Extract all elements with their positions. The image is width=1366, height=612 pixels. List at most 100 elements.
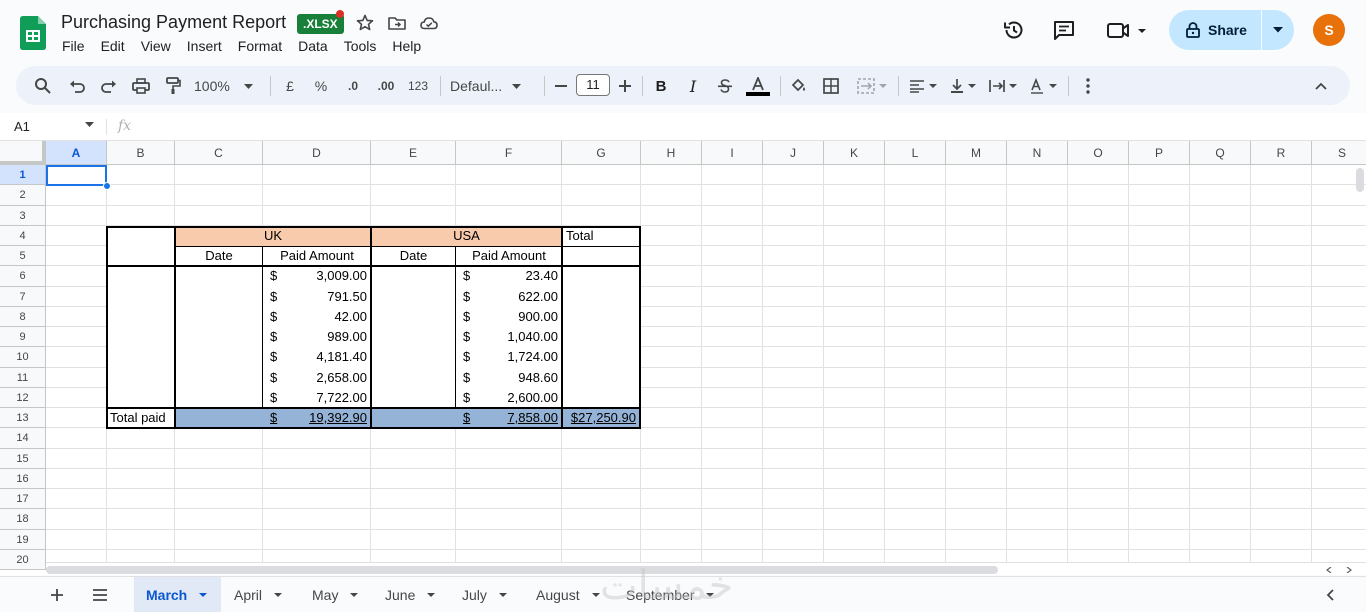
comments-icon[interactable] xyxy=(1052,18,1076,42)
uk-amount-cell[interactable]: 7,722.00 xyxy=(283,388,367,408)
row-header-5[interactable]: 5 xyxy=(0,246,46,267)
formula-input[interactable] xyxy=(140,115,1350,139)
add-sheet-button[interactable] xyxy=(50,577,64,612)
total-paid-label[interactable]: Total paid xyxy=(110,408,174,428)
increase-font-size-button[interactable] xyxy=(616,74,634,98)
column-header-s[interactable]: S xyxy=(1312,141,1366,165)
fill-color-button[interactable] xyxy=(788,74,810,98)
row-header-11[interactable]: 11 xyxy=(0,367,46,388)
decrease-decimal-button[interactable]: .0 xyxy=(340,74,366,98)
usa-amount-cell[interactable]: 23.40 xyxy=(476,266,558,286)
sheets-logo-icon[interactable] xyxy=(20,16,46,50)
menu-help[interactable]: Help xyxy=(392,38,421,56)
row-header-1[interactable]: 1 xyxy=(0,165,46,186)
usa-total-cell[interactable]: 7,858.00 xyxy=(476,408,558,428)
row-header-10[interactable]: 10 xyxy=(0,347,46,368)
chevron-down-icon[interactable] xyxy=(85,122,94,127)
column-header-k[interactable]: K xyxy=(824,141,885,165)
chevron-down-icon[interactable] xyxy=(427,593,436,597)
uk-amount-cell[interactable]: 2,658.00 xyxy=(283,368,367,388)
font-family-select[interactable]: Defaul... xyxy=(450,74,534,98)
zoom-select[interactable]: 100% xyxy=(194,74,260,98)
column-header-j[interactable]: J xyxy=(763,141,824,165)
column-header-a[interactable]: A xyxy=(46,141,107,165)
uk-amount-cell[interactable]: 4,181.40 xyxy=(283,347,367,367)
row-header-2[interactable]: 2 xyxy=(0,185,46,206)
menu-format[interactable]: Format xyxy=(238,38,282,56)
percent-format-button[interactable]: % xyxy=(310,74,332,98)
chevron-down-icon[interactable] xyxy=(498,593,507,597)
document-title[interactable]: Purchasing Payment Report xyxy=(61,12,286,33)
menu-data[interactable]: Data xyxy=(298,38,328,56)
row-header-13[interactable]: 13 xyxy=(0,408,46,429)
usa-amount-cell[interactable]: 2,600.00 xyxy=(476,388,558,408)
usa-amount-cell[interactable]: 1,724.00 xyxy=(476,347,558,367)
row-header-14[interactable]: 14 xyxy=(0,428,46,449)
scroll-tabs-left-button[interactable] xyxy=(1326,577,1334,612)
row-header-20[interactable]: 20 xyxy=(0,549,46,570)
column-header-g[interactable]: G xyxy=(562,141,641,165)
usa-amount-cell[interactable]: 900.00 xyxy=(476,307,558,327)
column-header-b[interactable]: B xyxy=(107,141,175,165)
horizontal-align-button[interactable] xyxy=(906,74,940,98)
row-header-17[interactable]: 17 xyxy=(0,489,46,510)
move-folder-icon[interactable] xyxy=(387,13,407,33)
sheet-tab-july[interactable]: July xyxy=(450,577,519,612)
menu-edit[interactable]: Edit xyxy=(101,38,125,56)
italic-button[interactable]: I xyxy=(682,74,704,98)
column-header-m[interactable]: M xyxy=(946,141,1007,165)
paint-format-button[interactable] xyxy=(162,74,184,98)
row-header-6[interactable]: 6 xyxy=(0,266,46,287)
meet-video-icon[interactable] xyxy=(1106,18,1148,42)
column-header-l[interactable]: L xyxy=(885,141,946,165)
account-avatar[interactable]: S xyxy=(1313,14,1345,46)
increase-decimal-button[interactable]: .00 xyxy=(372,74,400,98)
more-formats-button[interactable]: 123 xyxy=(406,74,430,98)
uk-paid-header[interactable]: Paid Amount xyxy=(263,246,371,266)
chevron-down-icon[interactable] xyxy=(350,593,359,597)
uk-amount-cell[interactable]: 989.00 xyxy=(283,327,367,347)
column-header-r[interactable]: R xyxy=(1251,141,1312,165)
all-sheets-button[interactable] xyxy=(92,577,108,612)
row-header-9[interactable]: 9 xyxy=(0,327,46,348)
select-all-corner[interactable] xyxy=(0,141,46,165)
column-header-e[interactable]: E xyxy=(371,141,456,165)
vertical-align-button[interactable] xyxy=(946,74,980,98)
menu-insert[interactable]: Insert xyxy=(187,38,222,56)
usa-amount-cell[interactable]: 622.00 xyxy=(476,287,558,307)
merge-cells-button[interactable] xyxy=(854,74,890,98)
row-header-19[interactable]: 19 xyxy=(0,529,46,550)
column-header-q[interactable]: Q xyxy=(1190,141,1251,165)
uk-amount-cell[interactable]: 3,009.00 xyxy=(283,266,367,286)
row-header-16[interactable]: 16 xyxy=(0,468,46,489)
column-header-i[interactable]: I xyxy=(702,141,763,165)
bold-button[interactable]: B xyxy=(650,74,672,98)
total-header[interactable]: Total xyxy=(566,226,636,246)
sheet-tab-april[interactable]: April xyxy=(222,577,294,612)
text-color-button[interactable] xyxy=(744,74,772,98)
star-icon[interactable] xyxy=(355,13,375,33)
sheet-tab-june[interactable]: June xyxy=(373,577,447,612)
row-header-4[interactable]: 4 xyxy=(0,225,46,246)
row-header-7[interactable]: 7 xyxy=(0,286,46,307)
scroll-left-icon[interactable] xyxy=(1326,567,1332,573)
uk-amount-cell[interactable]: 42.00 xyxy=(283,307,367,327)
borders-button[interactable] xyxy=(820,74,842,98)
redo-button[interactable] xyxy=(98,74,120,98)
undo-button[interactable] xyxy=(66,74,88,98)
sheet-tab-august[interactable]: August xyxy=(524,577,612,612)
vertical-scroll-thumb[interactable] xyxy=(1356,168,1364,192)
column-header-f[interactable]: F xyxy=(456,141,562,165)
column-header-n[interactable]: N xyxy=(1007,141,1068,165)
search-menus-button[interactable] xyxy=(32,74,54,98)
scroll-right-icon[interactable] xyxy=(1346,567,1352,573)
grand-total-cell[interactable]: $27,250.90 xyxy=(562,408,636,428)
menu-file[interactable]: File xyxy=(62,38,85,56)
version-history-icon[interactable] xyxy=(1002,18,1026,42)
text-wrapping-button[interactable] xyxy=(986,74,1020,98)
usa-amount-cell[interactable]: 948.60 xyxy=(476,368,558,388)
menu-tools[interactable]: Tools xyxy=(344,38,377,56)
usa-amount-cell[interactable]: 1,040.00 xyxy=(476,327,558,347)
share-button[interactable]: Share xyxy=(1169,10,1261,50)
column-header-h[interactable]: H xyxy=(641,141,702,165)
